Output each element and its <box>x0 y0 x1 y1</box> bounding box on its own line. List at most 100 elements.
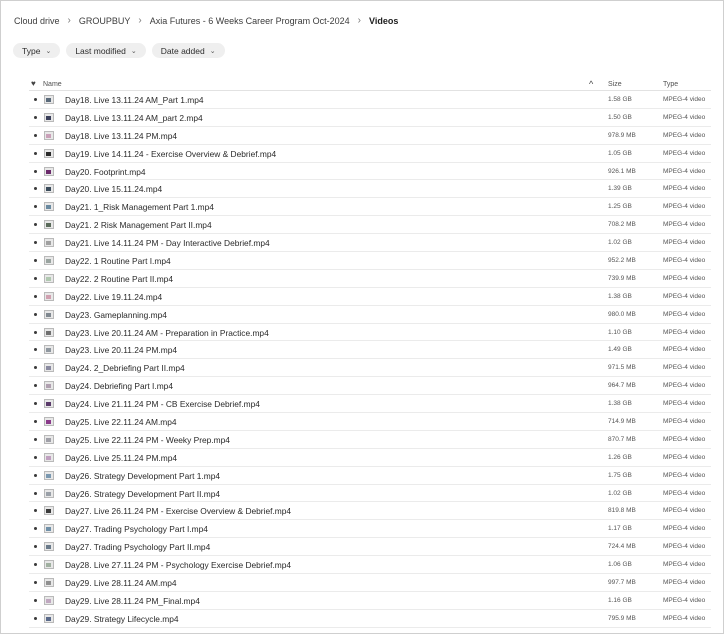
file-size: 1.38 GB <box>608 400 632 408</box>
file-name[interactable]: Day24. 2_Debriefing Part II.mp4 <box>65 363 185 373</box>
file-name[interactable]: Day29. Live 28.11.24 PM_Final.mp4 <box>65 596 200 606</box>
file-size: 795.9 MB <box>608 614 636 622</box>
file-name[interactable]: Day25. Live 22.11.24 PM - Weeky Prep.mp4 <box>65 435 230 445</box>
file-name[interactable]: Day20. Live 15.11.24.mp4 <box>65 184 162 194</box>
file-name[interactable]: Day24. Debriefing Part I.mp4 <box>65 381 173 391</box>
file-row[interactable]: Day29. Live 28.11.24 PM_Final.mp4 1.16 GB… <box>29 592 711 610</box>
breadcrumb-groupbuy[interactable]: GROUPBUY <box>79 16 131 26</box>
breadcrumb-program-folder[interactable]: Axia Futures - 6 Weeks Career Program Oc… <box>150 16 350 26</box>
file-name[interactable]: Day23. Live 20.11.24 AM - Preparation in… <box>65 328 269 338</box>
file-name[interactable]: Day18. Live 13.11.24 AM_Part 1.mp4 <box>65 95 204 105</box>
file-row[interactable]: Day23. Live 20.11.24 PM.mp4 1.49 GB MPEG-4… <box>29 341 711 360</box>
filter-date-added-button[interactable]: Date added ⌄ <box>151 43 225 58</box>
file-row[interactable]: Day27. Live 26.11.24 PM - Exercise Overv… <box>29 502 711 521</box>
filter-last-modified-button[interactable]: Last modified ⌄ <box>66 43 146 58</box>
video-thumbnail-icon <box>44 166 54 176</box>
file-row[interactable]: Day20. Footprint.mp4 926.1 MB MPEG-4 video <box>29 163 711 181</box>
column-header-name[interactable]: Name <box>43 81 62 88</box>
file-name[interactable]: Day18. Live 13.11.24 PM.mp4 <box>65 131 177 141</box>
file-type: MPEG-4 video <box>663 489 706 497</box>
file-row[interactable]: Day24. Debriefing Part I.mp4 964.7 MB MPEG… <box>29 377 711 396</box>
file-name[interactable]: Day19. Live 14.11.24 - Exercise Overview… <box>65 149 276 159</box>
filter-bar: Type ⌄ Last modified ⌄ Date added ⌄ <box>13 43 225 58</box>
file-row[interactable]: Day22. 1 Routine Part I.mp4 952.2 MB MPEG-… <box>29 252 711 270</box>
file-name[interactable]: Day23. Live 20.11.24 PM.mp4 <box>65 345 177 355</box>
file-type: MPEG-4 video <box>663 364 706 372</box>
file-type: MPEG-4 video <box>663 96 706 103</box>
file-row[interactable]: Day24. Live 21.11.24 PM - CB Exercise De… <box>29 395 711 414</box>
file-row[interactable]: Day26. Strategy Development Part 1.mp4 1.… <box>29 467 711 485</box>
file-name[interactable]: Day29. Live 28.11.24 AM.mp4 <box>65 578 177 588</box>
file-name[interactable]: Day28. Live 27.11.24 PM - Psychology Exe… <box>65 560 291 570</box>
file-row[interactable]: Day19. Live 14.11.24 - Exercise Overview… <box>29 145 711 163</box>
file-name[interactable]: Day26. Live 25.11.24 PM.mp4 <box>65 453 177 463</box>
heart-icon[interactable]: ♥ <box>31 79 36 88</box>
file-row[interactable]: Day18. Live 13.11.24 AM_part 2.mp4 1.50 G… <box>29 109 711 127</box>
bullet-dot-icon <box>34 223 37 227</box>
file-row[interactable]: Day27. Trading Psychology Part II.mp4 724… <box>29 538 711 557</box>
file-name[interactable]: Day27. Live 26.11.24 PM - Exercise Overv… <box>65 506 291 516</box>
file-name[interactable]: Day27. Trading Psychology Part I.mp4 <box>65 524 208 534</box>
video-thumbnail-icon <box>44 148 54 158</box>
video-thumbnail-icon <box>44 345 54 355</box>
file-name[interactable]: Day21. Live 14.11.24 PM - Day Interactiv… <box>65 238 270 248</box>
bullet-dot-icon <box>34 473 37 477</box>
file-type: MPEG-4 video <box>663 453 706 461</box>
file-name[interactable]: Day26. Strategy Development Part 1.mp4 <box>65 471 220 481</box>
file-type: MPEG-4 video <box>663 418 706 426</box>
file-row[interactable]: Day27. Trading Psychology Part I.mp4 1.17… <box>29 520 711 539</box>
file-row[interactable]: Day24. 2_Debriefing Part II.mp4 971.5 MB M… <box>29 359 711 378</box>
file-name[interactable]: Day18. Live 13.11.24 AM_part 2.mp4 <box>65 113 203 123</box>
video-thumbnail-icon <box>44 381 54 391</box>
file-row[interactable]: Day23. Gameplanning.mp4 980.0 MB MPEG-4 vi… <box>29 306 711 324</box>
file-row[interactable]: Day22. 2 Routine Part II.mp4 739.9 MB MPEG… <box>29 270 711 288</box>
file-size: 1.02 GB <box>608 489 632 497</box>
file-type: MPEG-4 video <box>663 310 706 318</box>
file-size: 952.2 MB <box>608 257 636 265</box>
file-size: 819.8 MB <box>608 507 636 515</box>
file-size: 739.9 MB <box>608 274 636 282</box>
bullet-dot-icon <box>34 348 37 352</box>
file-name[interactable]: Day29. Strategy Lifecycle.mp4 <box>65 614 179 624</box>
file-row[interactable]: Day22. Live 19.11.24.mp4 1.38 GB MPEG-4 vi… <box>29 288 711 306</box>
file-row[interactable]: Day18. Live 13.11.24 PM.mp4 978.9 MB MPEG-… <box>29 127 711 145</box>
file-name[interactable]: Day27. Trading Psychology Part II.mp4 <box>65 542 210 552</box>
file-row[interactable]: Day20. Live 15.11.24.mp4 1.39 GB MPEG-4 vi… <box>29 180 711 199</box>
file-row[interactable]: Day25. Live 22.11.24 AM.mp4 714.9 MB MPEG-… <box>29 413 711 431</box>
column-header-size[interactable]: Size <box>608 81 622 88</box>
file-row[interactable]: Day21. 2 Risk Management Part II.mp4 708.… <box>29 216 711 235</box>
file-row[interactable]: Day23. Live 20.11.24 AM - Preparation in… <box>29 324 711 342</box>
bullet-dot-icon <box>34 169 37 173</box>
file-type: MPEG-4 video <box>663 167 706 175</box>
file-row[interactable]: Day29. Live 28.11.24 AM.mp4 997.7 MB MPEG-… <box>29 574 711 592</box>
file-row[interactable]: Day25. Live 22.11.24 PM - Weeky Prep.mp4… <box>29 431 711 449</box>
column-header-type[interactable]: Type <box>663 81 678 88</box>
file-size: 1.38 GB <box>608 292 632 300</box>
bullet-dot-icon <box>34 151 37 155</box>
file-name[interactable]: Day26. Strategy Development Part II.mp4 <box>65 489 220 499</box>
file-row[interactable]: Day18. Live 13.11.24 AM_Part 1.mp4 1.58 G… <box>29 91 711 109</box>
file-type: MPEG-4 video <box>663 561 706 569</box>
file-row[interactable]: Day28. Live 27.11.24 PM - Psychology Exe… <box>29 556 711 575</box>
file-row[interactable]: Day26. Live 25.11.24 PM.mp4 1.26 GB MPEG-4… <box>29 449 711 467</box>
file-size: 971.5 MB <box>608 364 636 372</box>
file-row[interactable]: Day29. Strategy Lifecycle.mp4 795.9 MB MPE… <box>29 610 711 628</box>
file-name[interactable]: Day23. Gameplanning.mp4 <box>65 310 167 320</box>
file-name[interactable]: Day21. 1_Risk Management Part 1.mp4 <box>65 202 214 212</box>
file-name[interactable]: Day21. 2 Risk Management Part II.mp4 <box>65 220 212 230</box>
file-name[interactable]: Day25. Live 22.11.24 AM.mp4 <box>65 417 177 427</box>
file-size: 870.7 MB <box>608 435 636 443</box>
file-name[interactable]: Day20. Footprint.mp4 <box>65 167 146 177</box>
bullet-dot-icon <box>34 241 37 245</box>
sort-ascending-icon[interactable]: ^ <box>589 79 593 89</box>
file-size: 926.1 MB <box>608 167 636 175</box>
file-name[interactable]: Day22. 1 Routine Part I.mp4 <box>65 256 171 266</box>
file-name[interactable]: Day22. Live 19.11.24.mp4 <box>65 292 162 302</box>
file-name[interactable]: Day24. Live 21.11.24 PM - CB Exercise De… <box>65 399 260 409</box>
filter-type-button[interactable]: Type ⌄ <box>13 43 61 58</box>
breadcrumb-cloud-drive[interactable]: Cloud drive <box>14 16 60 26</box>
file-name[interactable]: Day22. 2 Routine Part II.mp4 <box>65 274 173 284</box>
file-row[interactable]: Day26. Strategy Development Part II.mp4 1… <box>29 485 711 503</box>
file-row[interactable]: Day21. 1_Risk Management Part 1.mp4 1.25 … <box>29 198 711 217</box>
file-row[interactable]: Day21. Live 14.11.24 PM - Day Interactiv… <box>29 234 711 253</box>
